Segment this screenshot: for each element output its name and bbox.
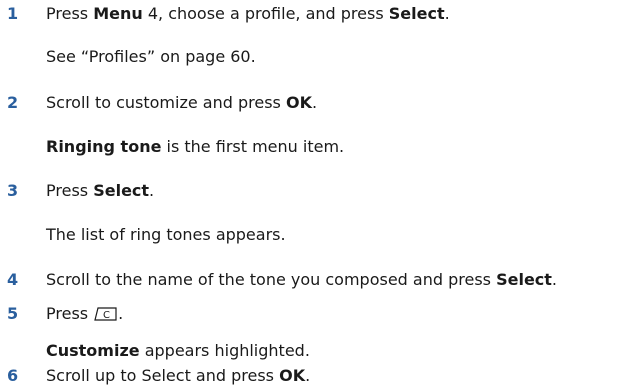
note-text: Customize appears highlighted. <box>46 340 310 362</box>
step-number: 5 <box>7 304 19 323</box>
step-number: 1 <box>7 4 19 23</box>
text-run: . <box>305 366 311 385</box>
text-run: . <box>311 93 318 112</box>
step-number: 6 <box>7 366 19 385</box>
text-run: Scroll to customize and press <box>46 93 286 112</box>
text-run: . <box>118 304 124 323</box>
text-run: . <box>444 4 450 23</box>
step-text: Scroll to the name of the tone you compo… <box>46 269 557 291</box>
select-key-label: Select <box>388 4 445 23</box>
text-run: Scroll up to Select and press <box>46 366 280 385</box>
select-key-label: Select <box>93 181 150 200</box>
text-run: . <box>551 270 558 289</box>
text-run: 4, choose a profile, and press <box>142 4 389 23</box>
menu-item-label: Customize <box>46 341 140 360</box>
text-run: Press <box>46 304 89 323</box>
menu-key-label: Menu <box>93 4 143 23</box>
text-run: Scroll to the name of the tone you compo… <box>46 270 497 289</box>
step-text: Scroll up to Select and press OK. <box>46 365 310 387</box>
ok-key-label: OK <box>279 366 306 385</box>
clear-key-icon: C <box>92 306 118 322</box>
step-text: Press Menu 4, choose a profile, and pres… <box>46 3 450 25</box>
text-run: Press <box>46 181 94 200</box>
ok-key-label: OK <box>285 93 312 112</box>
text-run: Press <box>46 4 94 23</box>
note-text: See “Profiles” on page 60. <box>46 47 256 66</box>
note-text: The list of ring tones appears. <box>46 225 286 244</box>
step-text: Press C. <box>46 303 123 325</box>
text-run: . <box>149 181 155 200</box>
text-run: is the first menu item. <box>161 137 345 156</box>
note-text: Ringing tone is the first menu item. <box>46 136 344 158</box>
text-run: appears highlighted. <box>139 341 310 360</box>
menu-item-label: Ringing tone <box>46 137 162 156</box>
step-text: Press Select. <box>46 180 154 202</box>
step-number: 3 <box>7 181 19 200</box>
step-number: 2 <box>7 93 19 112</box>
select-key-label: Select <box>496 270 552 289</box>
step-text: Scroll to customize and press OK. <box>46 92 317 114</box>
step-number: 4 <box>7 270 19 289</box>
svg-text:C: C <box>103 310 110 321</box>
